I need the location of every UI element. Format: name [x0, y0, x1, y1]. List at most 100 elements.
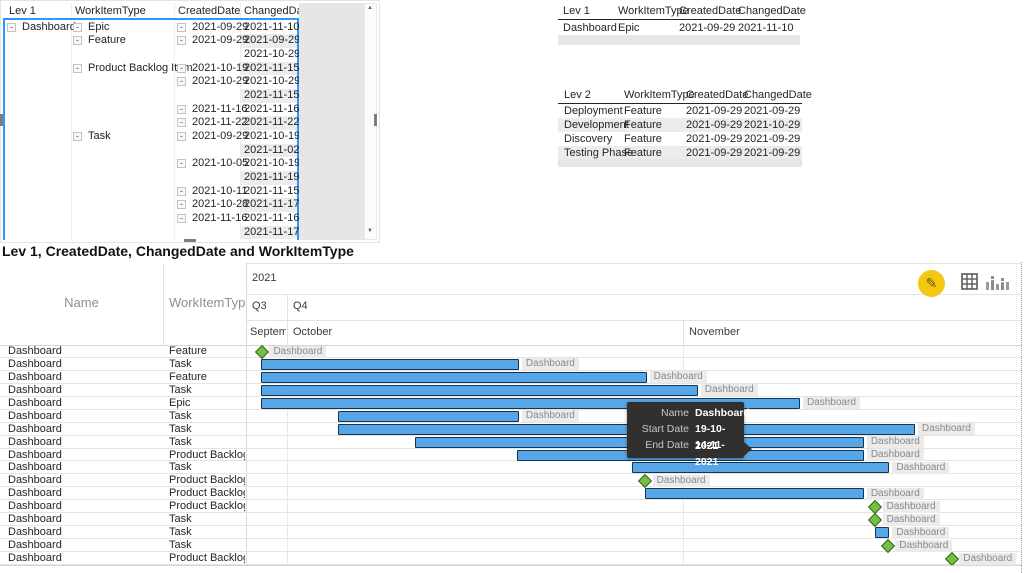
matrix-cell[interactable]: 2021-11-16: [192, 212, 247, 226]
matrix-visual[interactable]: Lev 1 WorkItemType CreatedDate ChangedDa…: [0, 0, 380, 243]
matrix-cell[interactable]: 2021-11-17: [244, 226, 299, 240]
matrix-cell[interactable]: 2021-11-16: [192, 103, 247, 117]
gantt-row[interactable]: DashboardProduct BacklogDashboard: [0, 487, 1022, 500]
gantt-bar[interactable]: [261, 359, 518, 370]
gantt-bar[interactable]: [645, 488, 864, 499]
gantt-milestone-diamond[interactable]: [868, 500, 882, 514]
matrix-cell[interactable]: 2021-10-29: [192, 75, 248, 89]
matrix-row[interactable]: -2021-11-162021-11-16: [1, 103, 298, 117]
matrix-cell[interactable]: 2021-11-22: [244, 116, 299, 130]
gantt-row[interactable]: DashboardTaskDashboard: [0, 461, 1022, 474]
matrix-cell[interactable]: 2021-11-19: [244, 171, 299, 185]
t2-header-workitemtype[interactable]: WorkItemType: [624, 89, 695, 101]
gantt-milestone-diamond[interactable]: [255, 345, 269, 359]
matrix-cell[interactable]: 2021-11-16: [244, 103, 299, 117]
table-cell[interactable]: Feature: [624, 132, 662, 146]
gantt-visual[interactable]: Name WorkItemTyp 2021 Q3 Q4 Septem Octob…: [0, 262, 1022, 573]
gantt-milestone-diamond[interactable]: [881, 539, 895, 553]
matrix-row[interactable]: 2021-11-19: [1, 171, 298, 185]
matrix-row[interactable]: 2021-11-02: [1, 144, 298, 158]
gantt-milestone-diamond[interactable]: [868, 513, 882, 527]
matrix-cell[interactable]: 2021-11-16: [244, 212, 299, 226]
table-cell[interactable]: Feature: [624, 104, 662, 118]
matrix-cell[interactable]: 2021-10-11: [192, 185, 247, 199]
gantt-bar[interactable]: [632, 462, 889, 473]
chart-view-button[interactable]: [985, 273, 1009, 296]
table-cell[interactable]: Feature: [624, 118, 662, 132]
table-row[interactable]: Discovery Feature 2021-09-292021-09-29: [558, 132, 802, 146]
expand-collapse-icon[interactable]: -: [177, 118, 186, 127]
table-cell[interactable]: 2021-11-10: [738, 21, 793, 35]
table-row[interactable]: DeploymentFeature2021-09-292021-09-29: [558, 104, 802, 118]
edit-pencil-button[interactable]: ✎: [918, 270, 945, 297]
matrix-row[interactable]: 2021-10-29: [1, 48, 298, 62]
expand-collapse-icon[interactable]: -: [177, 64, 186, 73]
t1-header-changeddate[interactable]: ChangedDate: [738, 5, 806, 17]
expand-collapse-icon[interactable]: -: [177, 77, 186, 86]
table-cell[interactable]: Development: [564, 118, 629, 132]
table-cell[interactable]: Discovery: [564, 132, 612, 146]
matrix-row[interactable]: -2021-10-052021-10-19: [1, 157, 298, 171]
table-cell[interactable]: Feature: [624, 146, 662, 160]
expand-collapse-icon[interactable]: -: [73, 64, 82, 73]
gantt-row[interactable]: DashboardTaskDashboard: [0, 526, 1022, 539]
gantt-row[interactable]: DashboardProduct BacklogDashboard: [0, 500, 1022, 513]
matrix-cell[interactable]: Task: [88, 130, 111, 144]
table-cell[interactable]: 2021-09-29: [686, 146, 742, 160]
matrix-cell[interactable]: 2021-10-28: [192, 198, 248, 212]
resize-handle-right[interactable]: [374, 114, 377, 126]
matrix-cell[interactable]: 2021-09-29: [244, 34, 300, 48]
gantt-row[interactable]: DashboardTaskDashboard: [0, 423, 1022, 436]
gantt-row[interactable]: DashboardTaskDashboard: [0, 384, 1022, 397]
gantt-row[interactable]: DashboardFeatureDashboard: [0, 345, 1022, 358]
gantt-milestone-diamond[interactable]: [945, 552, 959, 566]
matrix-cell[interactable]: 2021-11-22: [192, 116, 247, 130]
table-cell[interactable]: 2021-09-29: [679, 21, 735, 35]
matrix-cell[interactable]: 2021-10-29: [244, 48, 300, 62]
table-row[interactable]: Testing PhaseFeature2021-09-292021-09-29: [558, 146, 802, 160]
t2-header-lev2[interactable]: Lev 2: [564, 89, 591, 101]
matrix-cell[interactable]: 2021-11-17: [244, 198, 299, 212]
t2-header-createddate[interactable]: CreatedDate: [686, 89, 748, 101]
gantt-row[interactable]: DashboardProduct BacklogDashboard: [0, 449, 1022, 462]
table-lev1-visual[interactable]: Lev 1 WorkItemType CreatedDate ChangedDa…: [558, 2, 800, 45]
expand-collapse-icon[interactable]: -: [177, 214, 186, 223]
table-cell[interactable]: 2021-09-29: [744, 104, 800, 118]
matrix-cell[interactable]: 2021-11-10: [244, 21, 299, 35]
table-cell[interactable]: 2021-09-29: [686, 118, 742, 132]
gantt-row[interactable]: DashboardFeatureDashboard: [0, 371, 1022, 384]
matrix-cell[interactable]: Epic: [88, 21, 109, 35]
resize-handle-bottom[interactable]: [184, 239, 196, 242]
matrix-cell[interactable]: 2021-10-05: [192, 157, 248, 171]
matrix-row[interactable]: -Task-2021-09-292021-10-19: [1, 130, 298, 144]
table-cell[interactable]: 2021-09-29: [686, 132, 742, 146]
matrix-cell[interactable]: 2021-10-19: [244, 157, 300, 171]
table-lev2-visual[interactable]: Lev 2 WorkItemType CreatedDate ChangedDa…: [558, 85, 802, 167]
table-cell[interactable]: 2021-09-29: [686, 104, 742, 118]
table-cell[interactable]: 2021-09-29: [744, 132, 800, 146]
matrix-row[interactable]: -Feature-2021-09-292021-09-29: [1, 34, 298, 48]
table-cell[interactable]: 2021-09-29: [744, 146, 800, 160]
matrix-cell[interactable]: 2021-11-02: [244, 144, 299, 158]
gantt-bar[interactable]: [261, 385, 697, 396]
matrix-row[interactable]: -Product Backlog Item-2021-10-192021-11-…: [1, 62, 298, 76]
gantt-row[interactable]: DashboardEpicDashboard: [0, 397, 1022, 410]
scroll-down-icon[interactable]: ▼: [364, 228, 376, 234]
t2-header-changeddate[interactable]: ChangedDate: [744, 89, 812, 101]
gantt-row[interactable]: DashboardTaskDashboard: [0, 358, 1022, 371]
expand-collapse-icon[interactable]: -: [177, 36, 186, 45]
matrix-cell[interactable]: 2021-10-19: [192, 62, 248, 76]
matrix-row[interactable]: -2021-11-222021-11-22: [1, 116, 298, 130]
gantt-row[interactable]: DashboardTaskDashboard: [0, 436, 1022, 449]
scroll-up-icon[interactable]: ▲: [364, 5, 376, 11]
matrix-cell[interactable]: 2021-10-19: [244, 130, 300, 144]
t1-header-createddate[interactable]: CreatedDate: [679, 5, 741, 17]
expand-collapse-icon[interactable]: -: [73, 23, 82, 32]
gantt-bar[interactable]: [875, 527, 890, 538]
matrix-cell[interactable]: Dashboard: [22, 21, 76, 35]
table-cell[interactable]: 2021-10-29: [744, 118, 800, 132]
expand-collapse-icon[interactable]: -: [73, 36, 82, 45]
matrix-cell[interactable]: 2021-09-29: [192, 130, 248, 144]
expand-collapse-icon[interactable]: -: [177, 200, 186, 209]
matrix-cell[interactable]: 2021-10-29: [244, 75, 300, 89]
